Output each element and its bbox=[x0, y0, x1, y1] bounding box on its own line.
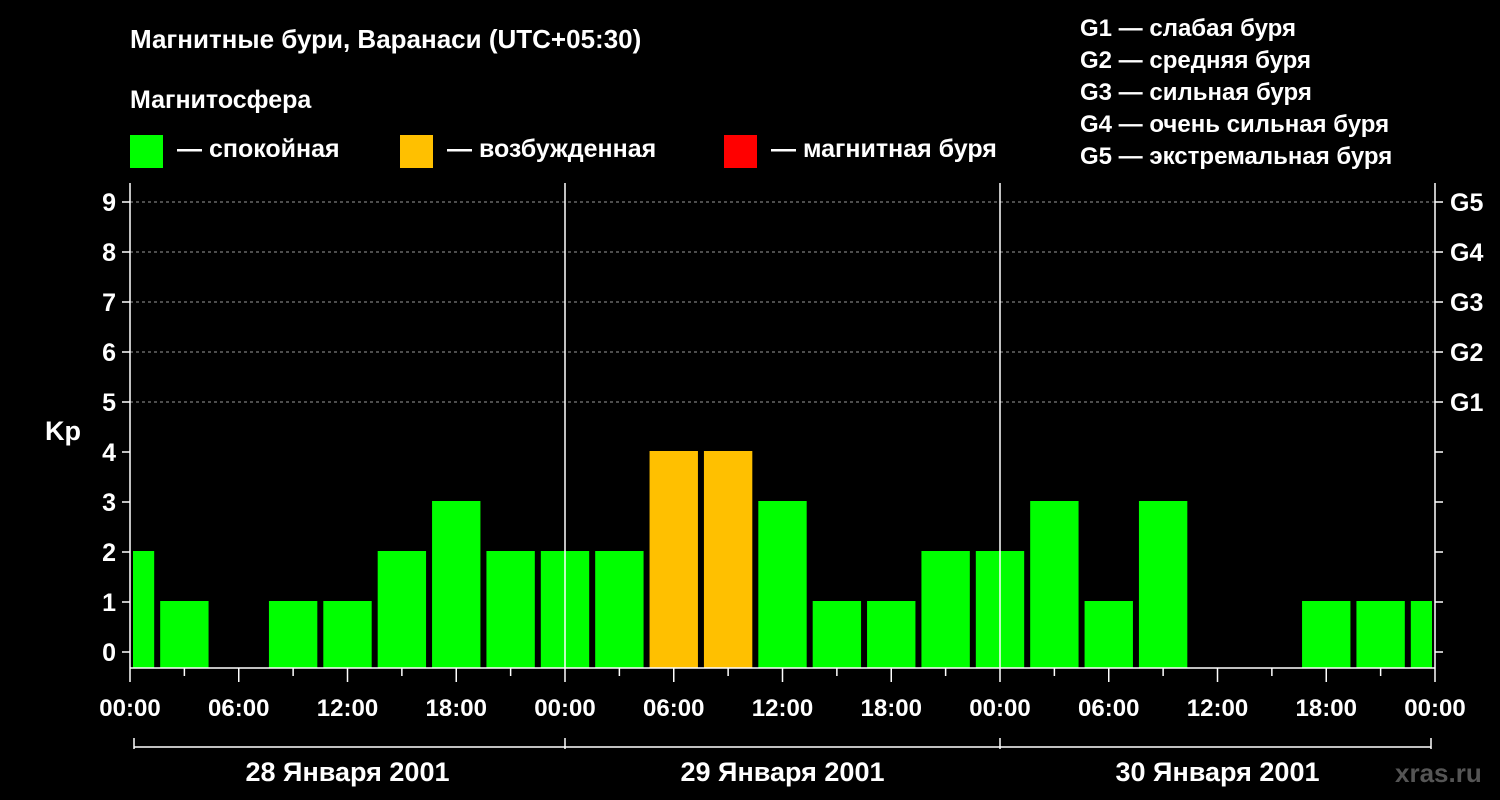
y-tick-label: 5 bbox=[102, 389, 116, 417]
x-tick-label: 12:00 bbox=[317, 695, 378, 722]
x-tick-label: 00:00 bbox=[99, 695, 160, 722]
brand-watermark: xras.ru bbox=[1395, 758, 1482, 788]
x-tick-label: 18:00 bbox=[426, 695, 487, 722]
kp-bar bbox=[649, 451, 698, 668]
day-label: 28 Января 2001 bbox=[246, 757, 450, 787]
x-tick-label: 06:00 bbox=[643, 695, 704, 722]
kp-bar bbox=[160, 601, 209, 668]
x-tick-label: 00:00 bbox=[1404, 695, 1465, 722]
y-tick-label: 9 bbox=[102, 189, 116, 217]
kp-bar bbox=[133, 551, 155, 668]
kp-bar bbox=[1030, 501, 1079, 668]
kp-bar bbox=[921, 551, 970, 668]
x-tick-label: 18:00 bbox=[1296, 695, 1357, 722]
y-tick-label: 8 bbox=[102, 239, 116, 267]
y-tick-label: 3 bbox=[102, 489, 116, 517]
kp-bar bbox=[867, 601, 916, 668]
y-axis-label: Kp bbox=[45, 416, 81, 446]
day-label: 29 Января 2001 bbox=[681, 757, 885, 787]
y-tick-label: 7 bbox=[102, 289, 116, 317]
y-tick-label: 0 bbox=[102, 639, 116, 667]
kp-bar bbox=[268, 601, 318, 668]
g-axis-label: G1 bbox=[1450, 389, 1483, 417]
kp-bar bbox=[1410, 601, 1432, 668]
kp-bar bbox=[703, 451, 753, 668]
y-tick-label: 2 bbox=[102, 539, 116, 567]
kp-bar bbox=[1356, 601, 1405, 668]
kp-bar bbox=[1302, 601, 1351, 668]
x-tick-label: 06:00 bbox=[1078, 695, 1139, 722]
g-axis-label: G3 bbox=[1450, 289, 1483, 317]
kp-bar bbox=[377, 551, 427, 668]
kp-bar bbox=[758, 501, 807, 668]
kp-chart: 0 1 2 3 4 5 6 7 8 9 Kp G1 G2 G3 G4 G5 00:00 06:00 12:00 18:… bbox=[45, 183, 1483, 787]
g-axis-label: G2 bbox=[1450, 339, 1483, 367]
kp-bar bbox=[812, 601, 862, 668]
x-tick-label: 00:00 bbox=[534, 695, 595, 722]
g-axis-label: G5 bbox=[1450, 189, 1483, 217]
y-tick-label: 6 bbox=[102, 339, 116, 367]
kp-bar bbox=[595, 551, 644, 668]
kp-bar bbox=[486, 551, 535, 668]
kp-bar bbox=[432, 501, 481, 668]
day-label: 30 Января 2001 bbox=[1116, 757, 1320, 787]
g-axis-label: G4 bbox=[1450, 239, 1483, 267]
x-tick-label: 12:00 bbox=[752, 695, 813, 722]
x-tick-label: 06:00 bbox=[208, 695, 269, 722]
kp-bar bbox=[1138, 501, 1188, 668]
x-tick-label: 12:00 bbox=[1187, 695, 1248, 722]
y-tick-label: 1 bbox=[102, 589, 116, 617]
x-tick-label: 18:00 bbox=[861, 695, 922, 722]
kp-bar bbox=[1084, 601, 1133, 668]
kp-bar bbox=[323, 601, 372, 668]
y-tick-label: 4 bbox=[102, 439, 116, 467]
x-tick-label: 00:00 bbox=[969, 695, 1030, 722]
